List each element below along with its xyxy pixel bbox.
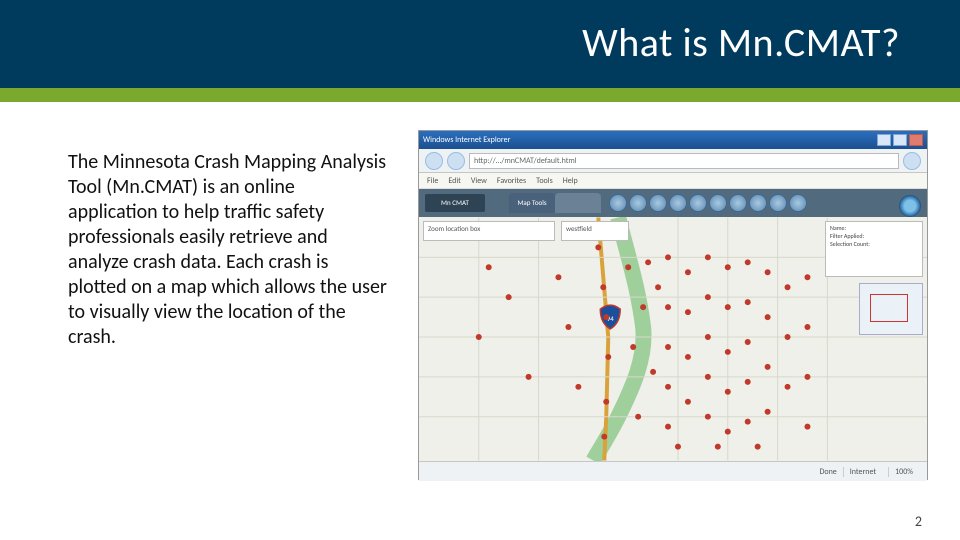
minimize-button[interactable] — [877, 134, 891, 146]
status-zone: Internet — [843, 467, 882, 477]
interstate-shield-icon: 94 — [600, 305, 620, 329]
browser-statusbar: Done Internet 100% — [419, 461, 927, 481]
menu-help[interactable]: Help — [563, 176, 578, 186]
highway-line — [598, 217, 608, 460]
app-logo: Mn CMAT — [425, 194, 485, 212]
tab-secondary[interactable] — [555, 193, 601, 213]
app-screenshot: Windows Internet Explorer http://…/mnCMA… — [418, 130, 928, 480]
browser-menubar: File Edit View Favorites Tools Help — [419, 173, 927, 189]
tool-icon[interactable] — [669, 194, 687, 212]
map-canvas[interactable]: 94 — [419, 217, 927, 461]
status-done: Done — [819, 467, 836, 477]
tool-icon[interactable] — [649, 194, 667, 212]
app-toolbar: Mn CMAT Map Tools — [419, 189, 927, 217]
window-title-text: Windows Internet Explorer — [423, 135, 510, 145]
window-buttons — [877, 134, 923, 146]
body-paragraph: The Minnesota Crash Mapping Analysis Too… — [68, 150, 388, 350]
tool-icon[interactable] — [769, 194, 787, 212]
menu-file[interactable]: File — [427, 176, 438, 186]
accent-band — [0, 88, 960, 102]
toolbar-icons — [609, 194, 807, 212]
page-number: 2 — [915, 513, 922, 530]
tool-icon[interactable] — [629, 194, 647, 212]
back-button[interactable] — [425, 152, 443, 170]
overview-map[interactable] — [859, 283, 923, 335]
tab-map-tools[interactable]: Map Tools — [509, 193, 555, 213]
slide: What is Mn.CMAT? The Minnesota Crash Map… — [0, 0, 960, 540]
toolbar-tabs: Map Tools — [509, 193, 601, 213]
search-field-panel[interactable]: westfield — [561, 221, 629, 241]
menu-view[interactable]: View — [471, 176, 487, 186]
menu-favorites[interactable]: Favorites — [497, 176, 526, 186]
status-zoom: 100% — [888, 467, 919, 477]
url-field[interactable]: http://…/mnCMAT/default.html — [469, 153, 899, 169]
forward-button[interactable] — [447, 152, 465, 170]
tool-icon[interactable] — [609, 194, 627, 212]
browser-titlebar: Windows Internet Explorer — [419, 131, 927, 149]
globe-icon[interactable] — [899, 195, 921, 217]
tool-icon[interactable] — [689, 194, 707, 212]
menu-tools[interactable]: Tools — [536, 176, 553, 186]
tool-icon[interactable] — [709, 194, 727, 212]
info-line-count: Selection Count: — [830, 241, 918, 249]
maximize-button[interactable] — [893, 134, 907, 146]
tool-icon[interactable] — [749, 194, 767, 212]
slide-title: What is Mn.CMAT? — [582, 18, 900, 67]
browser-address-bar: http://…/mnCMAT/default.html — [419, 149, 927, 173]
close-button[interactable] — [909, 134, 923, 146]
menu-edit[interactable]: Edit — [448, 176, 461, 186]
refresh-button[interactable] — [903, 152, 921, 170]
tool-icon[interactable] — [789, 194, 807, 212]
info-panel: Name: Filter Applied: Selection Count: — [825, 221, 923, 277]
tool-icon[interactable] — [729, 194, 747, 212]
zoom-location-panel[interactable]: Zoom location box — [423, 221, 555, 241]
